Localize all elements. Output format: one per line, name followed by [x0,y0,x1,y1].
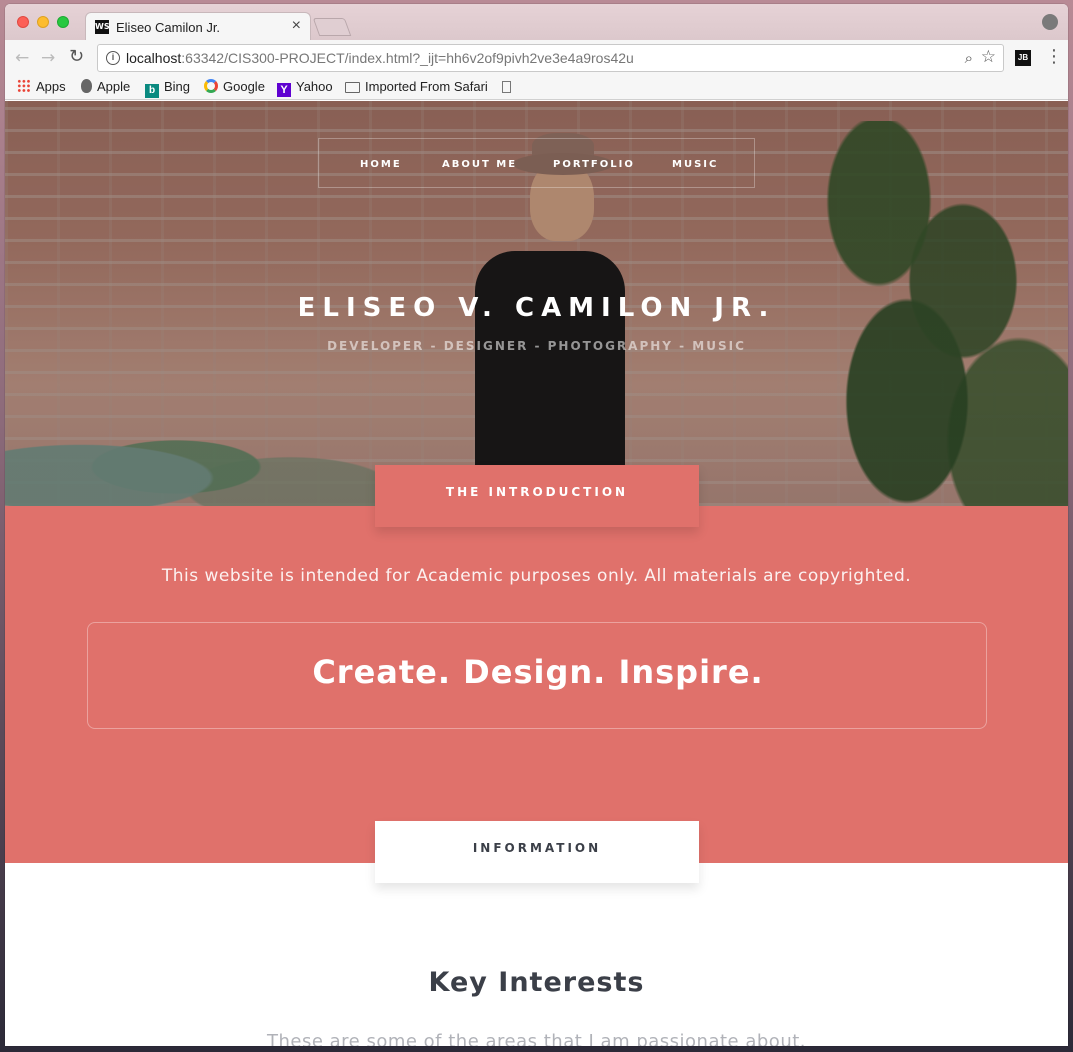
address-bar[interactable]: i localhost:63342/CIS300-PROJECT/index.h… [97,44,1004,72]
zoom-icon[interactable]: ⌕ [965,49,973,67]
bookmark-bing[interactable]: b Bing [145,79,190,98]
bookmark-label: Google [223,79,265,94]
motto-text: Create. Design. Inspire. [312,653,764,691]
yahoo-icon: Y [277,83,291,97]
introduction-text: This website is intended for Academic pu… [161,566,912,586]
google-icon [204,79,218,93]
document-icon [502,81,511,93]
key-interests-subtitle: These are some of the areas that I am pa… [266,1031,807,1046]
bookmark-star-icon[interactable]: ☆ [981,47,996,67]
nav-portfolio[interactable]: PORTFOLIO [553,159,635,170]
maximize-window-button[interactable] [57,16,69,28]
bookmark-label: Yahoo [296,79,333,94]
bookmark-label: Imported From Safari [365,79,488,94]
url-host: localhost [126,50,182,66]
bing-icon: b [145,84,159,98]
hero-banner: HOME ABOUT ME PORTFOLIO MUSIC ELISEO V. … [5,101,1068,506]
bookmark-page[interactable] [502,79,516,94]
info-icon[interactable]: i [106,51,120,65]
forward-arrow-icon[interactable]: → [41,48,55,68]
web-page: HOME ABOUT ME PORTFOLIO MUSIC ELISEO V. … [5,101,1068,1046]
bookmark-label: Apps [36,79,66,94]
bookmark-label: Bing [164,79,191,94]
bookmark-imported-folder[interactable]: Imported From Safari [345,79,488,94]
information-tab-label: INFORMATION [472,841,602,855]
introduction-tab: THE INTRODUCTION [375,465,699,527]
browser-toolbar: ← → ↻ i localhost:63342/CIS300-PROJECT/i… [5,40,1068,76]
menu-icon[interactable]: ⋮ [1045,46,1063,67]
nav-home[interactable]: HOME [360,159,402,170]
tab-bar: WS Eliseo Camilon Jr. × [5,4,1068,41]
motto-box: Create. Design. Inspire. [87,622,987,729]
bookmarks-bar: Apps Apple b Bing Google Y Yahoo Imported … [5,76,1068,100]
browser-window: WS Eliseo Camilon Jr. × ← → ↻ i localhos… [5,4,1068,1046]
webstorm-favicon-icon: WS [95,20,110,34]
new-tab-button[interactable] [312,18,352,36]
reload-icon[interactable]: ↻ [69,46,84,67]
nav-music[interactable]: MUSIC [672,159,718,170]
url-path: :63342/CIS300-PROJECT/index.html?_ijt=hh… [181,50,634,66]
url-text[interactable]: localhost:63342/CIS300-PROJECT/index.htm… [126,50,634,66]
tab-title: Eliseo Camilon Jr. [116,20,221,35]
bookmark-yahoo[interactable]: Y Yahoo [277,79,333,97]
close-window-button[interactable] [17,16,29,28]
introduction-tab-label: THE INTRODUCTION [445,485,629,499]
browser-tab[interactable]: WS Eliseo Camilon Jr. × [85,12,311,41]
tab-close-icon[interactable]: × [292,17,301,35]
nav-about-me[interactable]: ABOUT ME [442,159,517,170]
minimize-window-button[interactable] [37,16,49,28]
apple-icon [81,79,92,93]
information-tab: INFORMATION [375,821,699,883]
jetbrains-extension-icon[interactable]: JB [1015,50,1031,66]
bookmark-label: Apple [97,79,131,94]
key-interests-heading: Key Interests [428,967,645,998]
hero-subtitle: DEVELOPER - DESIGNER - PHOTOGRAPHY - MUS… [327,339,746,353]
bookmark-apple[interactable]: Apple [81,79,130,94]
folder-icon [345,82,360,93]
back-arrow-icon[interactable]: ← [15,48,29,68]
apps-icon [17,79,31,93]
hero-title: ELISEO V. CAMILON JR. [297,293,776,323]
profile-icon[interactable] [1042,14,1058,30]
bookmark-google[interactable]: Google [204,79,265,94]
bookmark-apps[interactable]: Apps [17,79,66,94]
